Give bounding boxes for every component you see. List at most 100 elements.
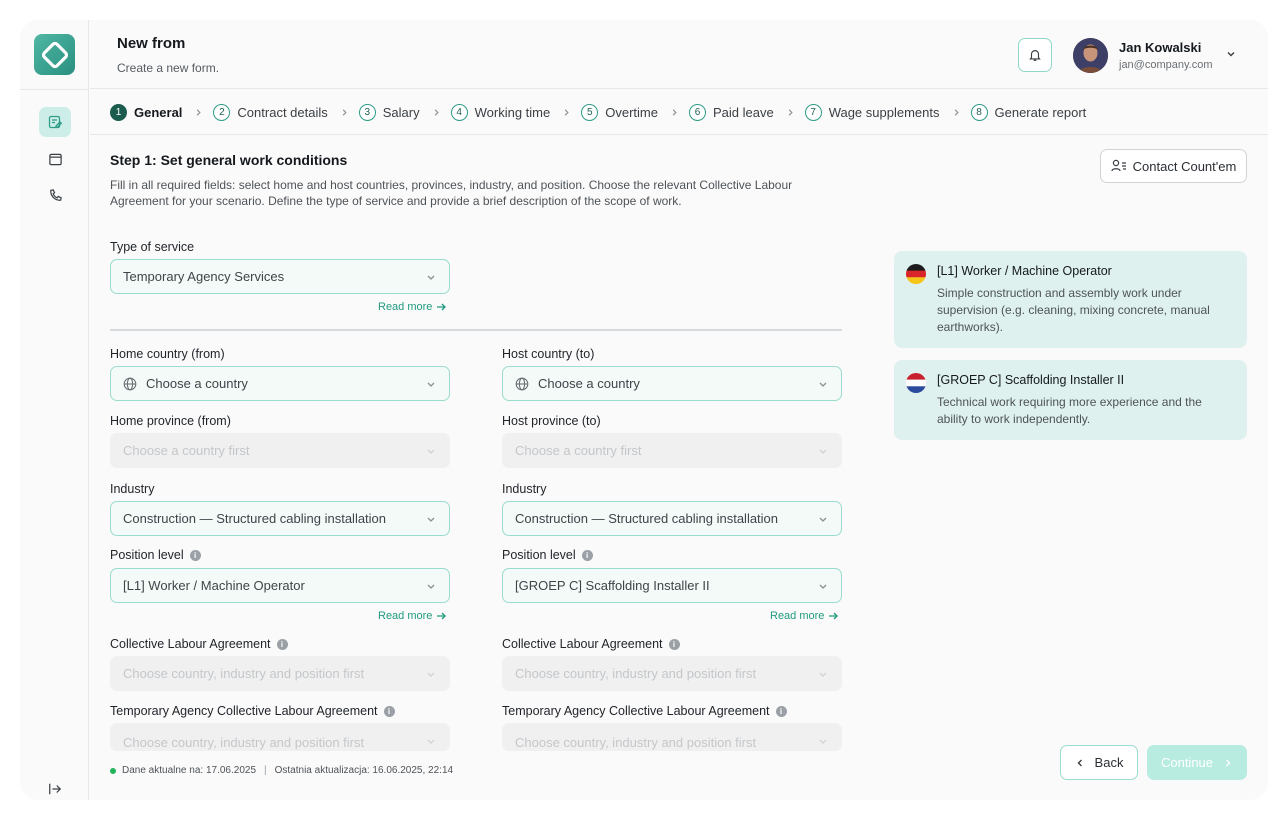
- host-industry-select[interactable]: Construction — Structured cabling instal…: [502, 501, 842, 536]
- info-icon[interactable]: i: [581, 549, 593, 561]
- home-cla-label: Collective Labour Agreement i: [110, 637, 288, 651]
- step-8[interactable]: 8 Generate report: [970, 103, 1086, 121]
- stepper: 1 General 2 Contract details 3 Salary 4 Working…: [90, 90, 1268, 135]
- contact-button-label: Contact Count'em: [1132, 158, 1237, 174]
- step-number: 2: [213, 103, 231, 121]
- arrow-right-icon: [437, 303, 447, 311]
- step-number: 6: [688, 103, 706, 121]
- chevron-down-icon: [819, 382, 827, 387]
- home-province-label: Home province (from): [110, 414, 231, 428]
- step-number: 7: [804, 103, 822, 121]
- sidebar-item-forms[interactable]: [39, 107, 71, 137]
- status-last-update: Ostatnia aktualizacja: 16.06.2025, 22:14: [274, 765, 454, 776]
- card-title: [L1] Worker / Machine Operator: [937, 264, 1112, 278]
- step-2[interactable]: 2 Contract details: [213, 103, 328, 121]
- home-read-more-link[interactable]: Read more: [378, 610, 447, 622]
- host-country-value: Choose a country: [538, 376, 640, 391]
- step-number: 8: [970, 103, 988, 121]
- page-title: New from: [117, 35, 186, 52]
- sidebar-item-contact[interactable]: [39, 180, 71, 210]
- home-tcla-value: Choose country, industry and position fi…: [123, 734, 365, 750]
- host-cla-value: Choose country, industry and position fi…: [515, 666, 757, 681]
- home-cla-select[interactable]: Choose country, industry and position fi…: [110, 656, 450, 691]
- chevron-down-icon: [819, 449, 827, 454]
- home-country-select[interactable]: Choose a country: [110, 366, 450, 401]
- host-cla-label: Collective Labour Agreement i: [502, 637, 680, 651]
- chevron-right-icon: [786, 108, 795, 117]
- globe-icon: [515, 377, 529, 391]
- chevron-down-icon: [427, 449, 435, 454]
- position-info-card-home: [L1] Worker / Machine Operator Simple co…: [894, 251, 1247, 348]
- home-cla-value: Choose country, industry and position fi…: [123, 666, 365, 681]
- home-cla-label-text: Collective Labour Agreement: [110, 637, 271, 651]
- host-tcla-label-text: Temporary Agency Collective Labour Agree…: [502, 704, 770, 718]
- notifications-button[interactable]: [1018, 38, 1052, 72]
- chevron-down-icon: [427, 672, 435, 677]
- step-1[interactable]: 1 General: [110, 103, 183, 121]
- sidebar-item-archive[interactable]: [39, 144, 71, 174]
- host-tcla-value: Choose country, industry and position fi…: [515, 734, 757, 750]
- info-icon[interactable]: i: [668, 638, 680, 650]
- read-more-label: Read more: [378, 301, 433, 313]
- home-tcla-select[interactable]: Choose country, industry and position fi…: [110, 723, 450, 751]
- chevron-right-icon: [340, 108, 349, 117]
- step-label: Overtime: [605, 104, 658, 120]
- host-position-select[interactable]: [GROEP C] Scaffolding Installer II: [502, 568, 842, 603]
- chevron-down-icon: [427, 382, 435, 387]
- service-select[interactable]: Temporary Agency Services: [110, 259, 450, 294]
- section-title: Step 1: Set general work conditions: [110, 152, 348, 168]
- info-icon[interactable]: i: [383, 705, 395, 717]
- host-province-label: Host province (to): [502, 414, 601, 428]
- host-country-select[interactable]: Choose a country: [502, 366, 842, 401]
- step-label: Paid leave: [712, 104, 774, 120]
- info-icon[interactable]: i: [276, 638, 288, 650]
- step-4[interactable]: 4 Working time: [450, 103, 550, 121]
- arrow-right-icon: [437, 612, 447, 620]
- step-3[interactable]: 3 Salary: [358, 103, 420, 121]
- status-current: Dane aktualne na: 17.06.2025: [122, 765, 256, 776]
- app-logo[interactable]: [34, 34, 75, 75]
- edit-form-icon: [48, 115, 63, 129]
- service-read-more-link[interactable]: Read more: [378, 301, 447, 313]
- avatar[interactable]: [1073, 38, 1108, 73]
- home-position-value: [L1] Worker / Machine Operator: [123, 578, 305, 593]
- status-dot-icon: [110, 767, 116, 774]
- step-number: 5: [581, 103, 599, 121]
- host-tcla-select[interactable]: Choose country, industry and position fi…: [502, 723, 842, 751]
- chevron-down-icon: [819, 584, 827, 589]
- home-province-value: Choose a country first: [123, 443, 250, 458]
- top-header: New from Create a new form. Jan Kowalski…: [90, 20, 1268, 89]
- home-position-select[interactable]: [L1] Worker / Machine Operator: [110, 568, 450, 603]
- chevron-right-icon: [1226, 759, 1231, 766]
- info-icon[interactable]: i: [775, 705, 787, 717]
- card-title: [GROEP C] Scaffolding Installer II: [937, 373, 1125, 387]
- step-number: 1: [110, 103, 127, 121]
- phone-icon: [49, 188, 62, 201]
- globe-icon: [123, 377, 137, 391]
- contact-button[interactable]: Contact Count'em: [1100, 149, 1247, 183]
- logout-button[interactable]: [48, 782, 62, 800]
- status-separator: |: [264, 765, 267, 776]
- home-province-select[interactable]: Choose a country first: [110, 433, 450, 468]
- data-status: Dane aktualne na: 17.06.2025 | Ostatnia …: [110, 765, 453, 776]
- info-icon[interactable]: i: [189, 549, 201, 561]
- back-button[interactable]: Back: [1060, 745, 1138, 780]
- host-cla-select[interactable]: Choose country, industry and position fi…: [502, 656, 842, 691]
- host-province-select[interactable]: Choose a country first: [502, 433, 842, 468]
- host-read-more-link[interactable]: Read more: [770, 610, 839, 622]
- back-button-label: Back: [1094, 755, 1124, 770]
- continue-button[interactable]: Continue: [1147, 745, 1247, 780]
- continue-button-label: Continue: [1160, 755, 1214, 770]
- host-industry-label: Industry: [502, 482, 547, 496]
- chevron-down-icon[interactable]: [1224, 47, 1238, 61]
- position-info-card-host: [GROEP C] Scaffolding Installer II Techn…: [894, 360, 1247, 440]
- service-label: Type of service: [110, 240, 195, 254]
- step-5[interactable]: 5 Overtime: [581, 103, 658, 121]
- user-email: jan@company.com: [1119, 59, 1213, 71]
- home-industry-select[interactable]: Construction — Structured cabling instal…: [110, 501, 450, 536]
- step-6[interactable]: 6 Paid leave: [688, 103, 774, 121]
- step-label: General: [134, 104, 183, 120]
- host-industry-value: Construction — Structured cabling instal…: [515, 511, 779, 526]
- home-industry-label: Industry: [110, 482, 155, 496]
- step-7[interactable]: 7 Wage supplements: [804, 103, 940, 121]
